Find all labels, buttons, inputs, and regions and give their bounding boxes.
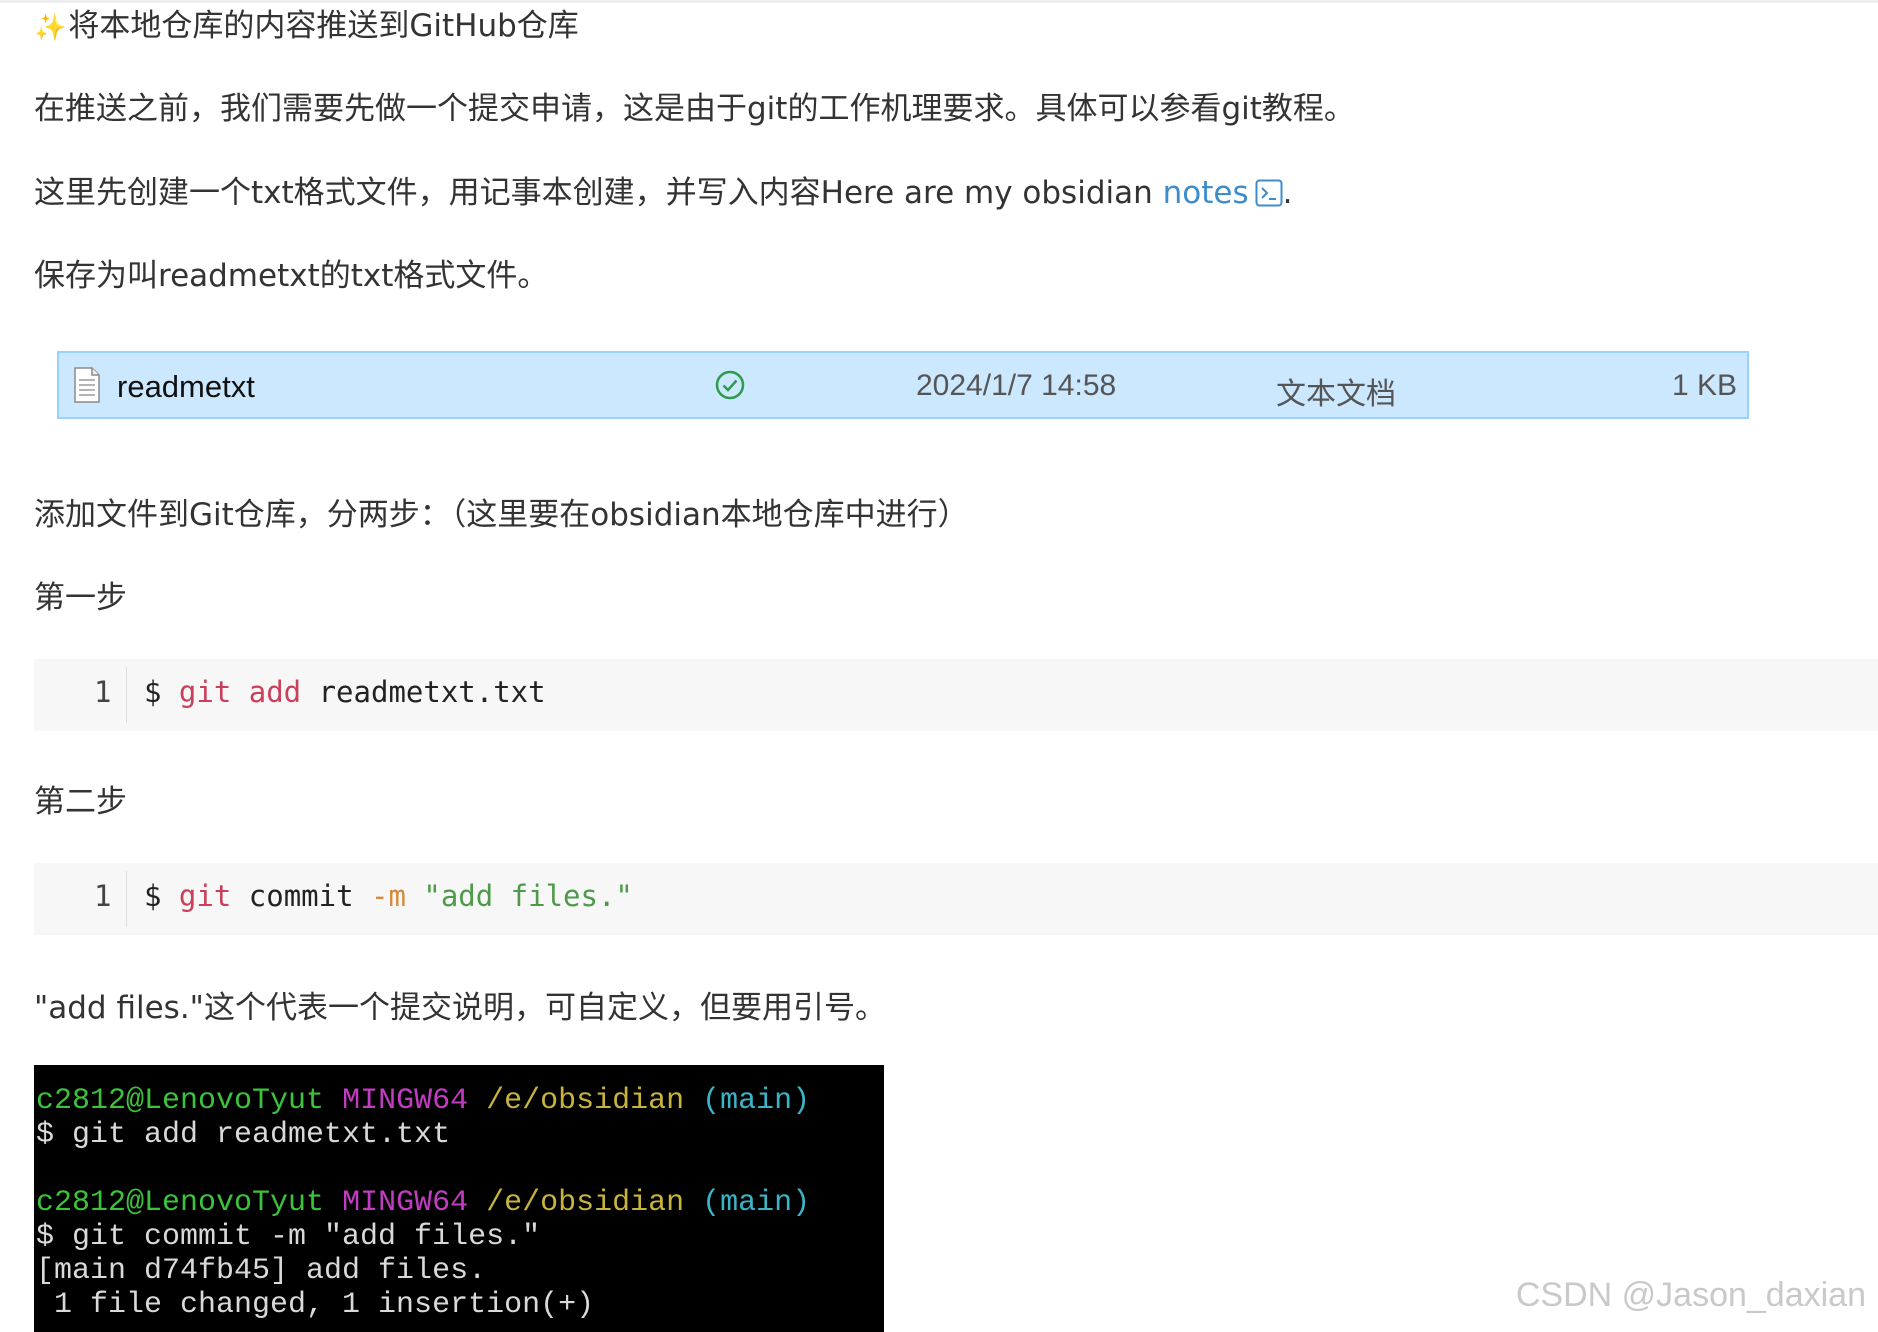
code-block-git-add[interactable]: 1 $ git add readmetxt.txt (34, 659, 1878, 731)
file-size: 1 KB (1671, 369, 1737, 402)
notes-link[interactable]: notes (1163, 175, 1283, 211)
terminal-output: 1 file changed, 1 insertion(+) (36, 1288, 595, 1322)
terminal-branch: (main) (702, 1186, 811, 1220)
terminal-path: /e/obsidian (486, 1186, 685, 1220)
terminal-command: $ git add readmetxt.txt (36, 1118, 451, 1152)
code-block-git-commit[interactable]: 1 $ git commit -m "add files." (34, 863, 1878, 935)
terminal-host: MINGW64 (342, 1084, 469, 1118)
code-subcommand: commit (231, 879, 371, 913)
terminal-branch: (main) (702, 1084, 811, 1118)
line-number-divider (126, 871, 127, 927)
line-number: 1 (94, 675, 112, 709)
terminal-path: /e/obsidian (486, 1084, 685, 1118)
terminal-output: [main d74fb45] add files. (36, 1254, 487, 1288)
top-divider (0, 0, 1878, 3)
step-two-label: 第二步 (34, 784, 127, 820)
code-argument: readmetxt.txt (301, 675, 546, 709)
step-one-label: 第一步 (34, 580, 127, 616)
terminal-user: c2812@LenovoTyut (36, 1186, 325, 1220)
paragraph-create-file: 这里先创建一个txt格式文件，用记事本创建，并写入内容Here are my o… (34, 173, 1292, 213)
terminal-prompt-line: c2812@LenovoTyut MINGW64 /e/obsidian (ma… (36, 1084, 810, 1118)
code-string: "add files." (405, 879, 633, 913)
code-option: -m (371, 879, 406, 913)
paragraph-create-file-end: . (1282, 175, 1293, 211)
code-keyword: git (178, 879, 232, 913)
paragraph-save-file: 保存为叫readmetxt的txt格式文件。 (34, 258, 549, 294)
sync-ok-icon (715, 370, 745, 400)
file-type: 文本文档 (1276, 378, 1396, 411)
terminal-command: $ git commit -m "add files." (36, 1220, 541, 1254)
section-heading: ✨将本地仓库的内容推送到GitHub仓库 (34, 6, 579, 48)
code-prompt: $ (144, 879, 179, 913)
explorer-file-row[interactable]: readmetxt 2024/1/7 14:58 文本文档 1 KB (57, 351, 1749, 419)
terminal-user: c2812@LenovoTyut (36, 1084, 325, 1118)
line-number-divider (126, 667, 127, 723)
notes-link-text[interactable]: notes (1163, 175, 1249, 211)
terminal-host: MINGW64 (342, 1186, 469, 1220)
section-heading-text: 将本地仓库的内容推送到GitHub仓库 (68, 8, 579, 44)
terminal-prompt-line: c2812@LenovoTyut MINGW64 /e/obsidian (ma… (36, 1186, 810, 1220)
code-line[interactable]: $ git commit -m "add files." (144, 879, 633, 913)
line-number: 1 (94, 879, 112, 913)
file-modified-date: 2024/1/7 14:58 (916, 369, 1117, 402)
external-terminal-icon[interactable] (1255, 179, 1283, 207)
file-name[interactable]: readmetxt (117, 369, 255, 405)
sparkles-icon: ✨ (34, 13, 67, 43)
paragraph-commit-intro: 在推送之前，我们需要先做一个提交申请，这是由于git的工作机理要求。具体可以参看… (34, 91, 1355, 127)
code-keyword: git add (178, 675, 302, 709)
code-line[interactable]: $ git add readmetxt.txt (144, 675, 546, 709)
paragraph-create-file-text: 这里先创建一个txt格式文件，用记事本创建，并写入内容Here are my o… (34, 175, 1163, 211)
paragraph-two-steps: 添加文件到Git仓库，分两步：（这里要在obsidian本地仓库中进行） (34, 497, 969, 533)
paragraph-commit-message: "add files."这个代表一个提交说明，可自定义，但要用引号。 (34, 990, 886, 1026)
text-file-icon (74, 367, 100, 403)
terminal-screenshot: c2812@LenovoTyut MINGW64 /e/obsidian (ma… (34, 1065, 884, 1332)
code-prompt: $ (144, 675, 179, 709)
watermark: CSDN @Jason_daxian (1515, 1276, 1866, 1314)
